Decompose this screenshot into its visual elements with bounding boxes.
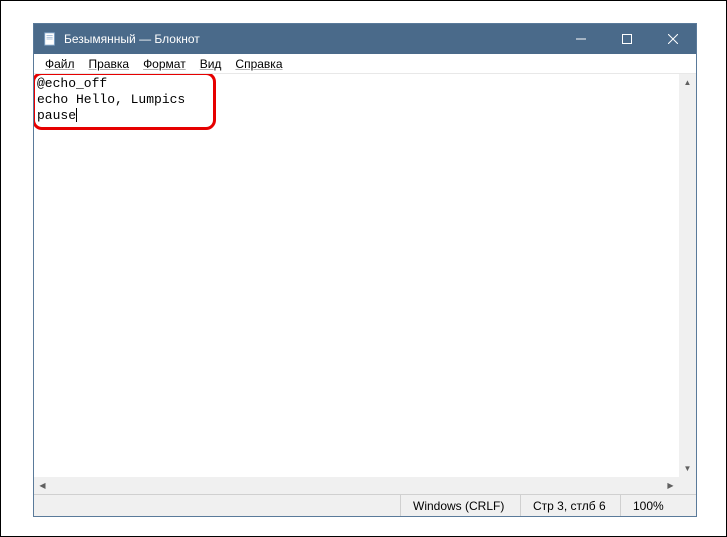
menu-edit[interactable]: Правка <box>82 55 137 73</box>
window-controls <box>558 24 696 54</box>
editor-area[interactable]: @echo_off echo Hello, Lumpics pause ▲ ▼ … <box>34 74 696 494</box>
notepad-window: Безымянный — Блокнот Файл Правка Формат … <box>33 23 697 517</box>
editor-text: @echo_off echo Hello, Lumpics pause <box>37 76 185 123</box>
scroll-left-icon[interactable]: ◀ <box>34 477 51 494</box>
close-button[interactable] <box>650 24 696 54</box>
maximize-button[interactable] <box>604 24 650 54</box>
menubar: Файл Правка Формат Вид Справка <box>34 54 696 74</box>
minimize-button[interactable] <box>558 24 604 54</box>
window-title: Безымянный — Блокнот <box>64 32 558 46</box>
scroll-right-icon[interactable]: ▶ <box>662 477 679 494</box>
menu-view[interactable]: Вид <box>193 55 229 73</box>
text-cursor <box>76 108 77 122</box>
status-zoom: 100% <box>620 495 680 516</box>
scroll-up-icon[interactable]: ▲ <box>679 74 696 91</box>
resize-grip[interactable] <box>680 495 696 516</box>
scroll-corner <box>679 477 696 494</box>
vertical-scrollbar[interactable]: ▲ ▼ <box>679 74 696 477</box>
status-encoding: Windows (CRLF) <box>400 495 520 516</box>
titlebar[interactable]: Безымянный — Блокнот <box>34 24 696 54</box>
menu-file[interactable]: Файл <box>38 55 82 73</box>
horizontal-scrollbar[interactable]: ◀ ▶ <box>34 477 679 494</box>
menu-format[interactable]: Формат <box>136 55 193 73</box>
text-content[interactable]: @echo_off echo Hello, Lumpics pause <box>37 76 185 124</box>
menu-help[interactable]: Справка <box>228 55 289 73</box>
statusbar: Windows (CRLF) Стр 3, стлб 6 100% <box>34 494 696 516</box>
notepad-icon <box>42 31 58 47</box>
status-position: Стр 3, стлб 6 <box>520 495 620 516</box>
scroll-down-icon[interactable]: ▼ <box>679 460 696 477</box>
